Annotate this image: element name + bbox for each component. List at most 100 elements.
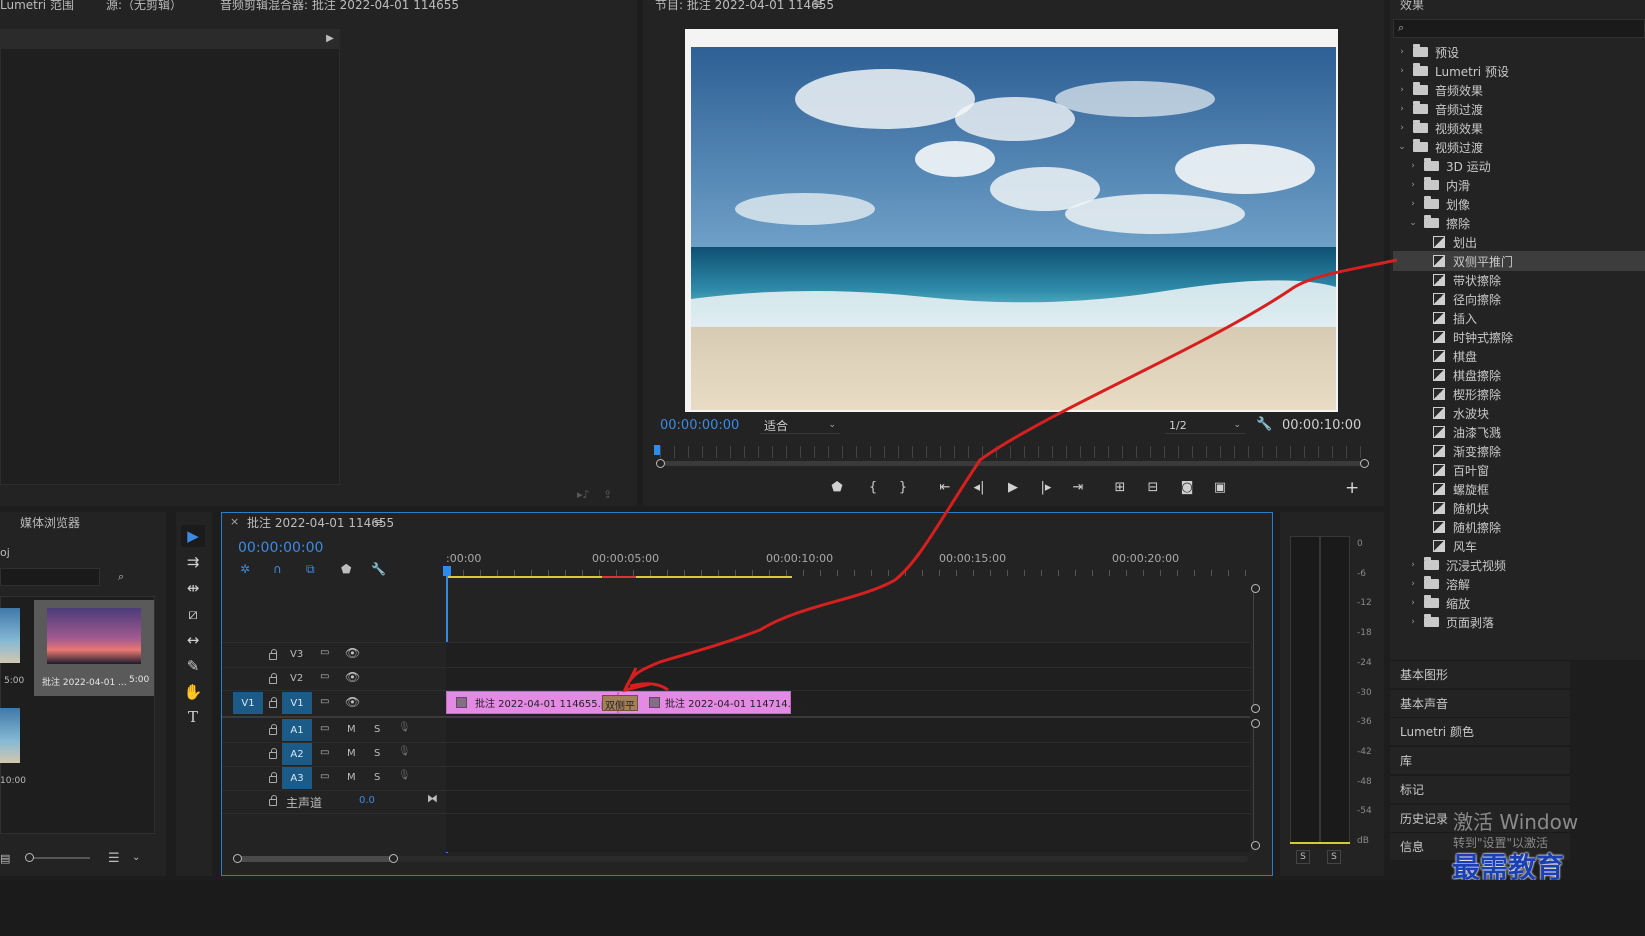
linked-selection-icon[interactable]: ⧉: [306, 562, 315, 577]
hand-tool-icon[interactable]: ✋: [181, 681, 205, 703]
chevron-right-icon[interactable]: ›: [1408, 598, 1418, 608]
fit-dropdown[interactable]: 适合 ⌄: [760, 417, 840, 434]
lock-icon[interactable]: [269, 772, 277, 783]
effect-item[interactable]: 风车: [1393, 536, 1645, 556]
effect-item[interactable]: 楔形擦除: [1393, 384, 1645, 404]
chevron-right-icon[interactable]: ›: [1408, 579, 1418, 589]
effect-folder[interactable]: ⌄ 擦除: [1393, 213, 1645, 233]
thumb-tile-1[interactable]: 5:00: [0, 600, 30, 695]
sync-lock-icon[interactable]: ▭: [320, 747, 329, 758]
thumb-tile-2[interactable]: 批注 2022-04-01 ... 5:00: [34, 600, 154, 696]
lift-icon[interactable]: ⊞: [1110, 478, 1130, 496]
thumb-tile-3[interactable]: 10:00: [0, 700, 30, 795]
sync-lock-icon[interactable]: ▭: [320, 771, 329, 782]
program-title[interactable]: 节目: 批注 2022-04-01 114655: [655, 0, 834, 13]
tab-audio-clip-mixer[interactable]: 音频剪辑混合器: 批注 2022-04-01 114655: [220, 0, 459, 13]
effect-item[interactable]: 带状擦除: [1393, 270, 1645, 290]
effects-search[interactable]: ⌕: [1393, 19, 1645, 38]
chevron-right-icon[interactable]: ›: [1408, 199, 1418, 209]
video-clip-1[interactable]: 批注 2022-04-01 114655.png: [446, 691, 620, 714]
mute-button[interactable]: M: [347, 772, 356, 783]
tab-source[interactable]: 源:（无剪辑）: [106, 0, 182, 13]
go-to-end-icon[interactable]: ⧓: [427, 792, 438, 805]
step-back-icon[interactable]: ◂|: [969, 478, 989, 496]
ripple-edit-tool-icon[interactable]: ⇹: [181, 577, 205, 599]
timeline-close-icon[interactable]: ×: [230, 515, 239, 528]
program-timecode[interactable]: 00:00:00:00: [660, 418, 739, 433]
effect-item[interactable]: 百叶窗: [1393, 460, 1645, 480]
panel-section-tab[interactable]: 标记: [1390, 774, 1570, 803]
chevron-right-icon[interactable]: ›: [1397, 66, 1407, 76]
effect-item[interactable]: 油漆飞溅: [1393, 422, 1645, 442]
sync-lock-icon[interactable]: ▭: [320, 671, 329, 682]
play-arrow-icon[interactable]: ▶: [324, 31, 336, 45]
playhead-marker[interactable]: [654, 445, 660, 455]
video-clip-2[interactable]: 批注 2022-04-01 114714.png: [618, 691, 810, 714]
effect-item[interactable]: 随机块: [1393, 498, 1645, 518]
vertical-scroll-audio[interactable]: [1253, 722, 1259, 846]
mark-out-icon[interactable]: }: [893, 478, 913, 496]
tab-lumetri-scopes[interactable]: Lumetri 范围: [0, 0, 74, 13]
wrench-icon[interactable]: 🔧: [1256, 417, 1272, 432]
eye-icon[interactable]: 👁: [345, 670, 360, 684]
chevron-right-icon[interactable]: ›: [1397, 104, 1407, 114]
effect-item[interactable]: 渐变擦除: [1393, 441, 1645, 461]
track-target-v1[interactable]: V1: [282, 692, 312, 714]
master-volume[interactable]: 0.0: [359, 795, 375, 806]
timeline-ruler[interactable]: :00:00 00:00:05:00 00:00:10:00 00:00:15:…: [446, 552, 1246, 580]
panel-section-tab[interactable]: Lumetri 颜色: [1390, 717, 1570, 746]
mute-button[interactable]: M: [347, 748, 356, 759]
source-patch-v1[interactable]: V1: [233, 692, 263, 714]
sync-lock-icon[interactable]: ▭: [320, 647, 329, 658]
chevron-right-icon[interactable]: ›: [1408, 161, 1418, 171]
program-ruler[interactable]: [660, 446, 1365, 458]
eye-icon[interactable]: 👁: [345, 695, 360, 709]
track-target-a2[interactable]: A2: [282, 743, 312, 765]
extract-icon[interactable]: ⊟: [1143, 478, 1163, 496]
mark-in-icon[interactable]: {: [863, 478, 883, 496]
type-tool-icon[interactable]: T: [181, 706, 205, 728]
panel-section-tab[interactable]: 基本声音: [1390, 688, 1570, 717]
project-search-input[interactable]: [0, 568, 100, 586]
add-marker-icon[interactable]: ⬟: [341, 562, 351, 576]
chevron-right-icon[interactable]: ›: [1408, 560, 1418, 570]
slip-tool-icon[interactable]: ↔: [181, 629, 205, 651]
lock-icon[interactable]: [269, 724, 277, 735]
scroll-knob[interactable]: [1251, 841, 1260, 850]
lock-icon[interactable]: [269, 649, 277, 660]
solo-button[interactable]: S: [374, 772, 380, 783]
lock-icon[interactable]: [269, 795, 277, 806]
solo-button[interactable]: S: [374, 724, 380, 735]
timeline-tab[interactable]: 批注 2022-04-01 114655: [247, 514, 394, 531]
playhead-head[interactable]: [443, 566, 451, 576]
chevron-right-icon[interactable]: ›: [1408, 180, 1418, 190]
scroll-knob[interactable]: [389, 854, 398, 863]
effect-folder[interactable]: › 沉浸式视频: [1393, 555, 1645, 575]
solo-right-button[interactable]: S: [1327, 850, 1341, 864]
chevron-right-icon[interactable]: ›: [1397, 123, 1407, 133]
effect-folder[interactable]: › 划像: [1393, 194, 1645, 214]
camera-icon[interactable]: ◙: [1177, 478, 1197, 496]
panel-section-tab[interactable]: 基本图形: [1390, 660, 1570, 688]
effect-folder[interactable]: › 预设: [1393, 42, 1645, 62]
effect-item[interactable]: 时钟式擦除: [1393, 327, 1645, 347]
effect-item[interactable]: 径向擦除: [1393, 289, 1645, 309]
effect-item[interactable]: 双侧平推门: [1393, 251, 1645, 271]
solo-button[interactable]: S: [374, 748, 380, 759]
effect-folder[interactable]: › 音频效果: [1393, 80, 1645, 100]
chevron-down-icon[interactable]: ⌄: [1408, 218, 1418, 228]
effect-folder[interactable]: › 页面剥落: [1393, 612, 1645, 632]
track-select-tool-icon[interactable]: ⇉: [181, 551, 205, 573]
zoom-handle-right[interactable]: [1360, 459, 1369, 468]
effect-folder[interactable]: › 3D 运动: [1393, 156, 1645, 176]
chevron-right-icon[interactable]: ›: [1408, 617, 1418, 627]
scroll-knob[interactable]: [1251, 584, 1260, 593]
insert-audio-icon[interactable]: ▸♪: [577, 488, 590, 501]
chevron-down-icon[interactable]: ⌄: [132, 852, 140, 863]
zoom-slider[interactable]: [28, 857, 90, 859]
zoom-handle-left[interactable]: [656, 459, 665, 468]
effects-search-input[interactable]: [1412, 21, 1637, 36]
mic-icon[interactable]: 🎙: [398, 746, 411, 757]
effect-item[interactable]: 水波块: [1393, 403, 1645, 423]
vertical-scroll-video[interactable]: [1253, 586, 1259, 710]
